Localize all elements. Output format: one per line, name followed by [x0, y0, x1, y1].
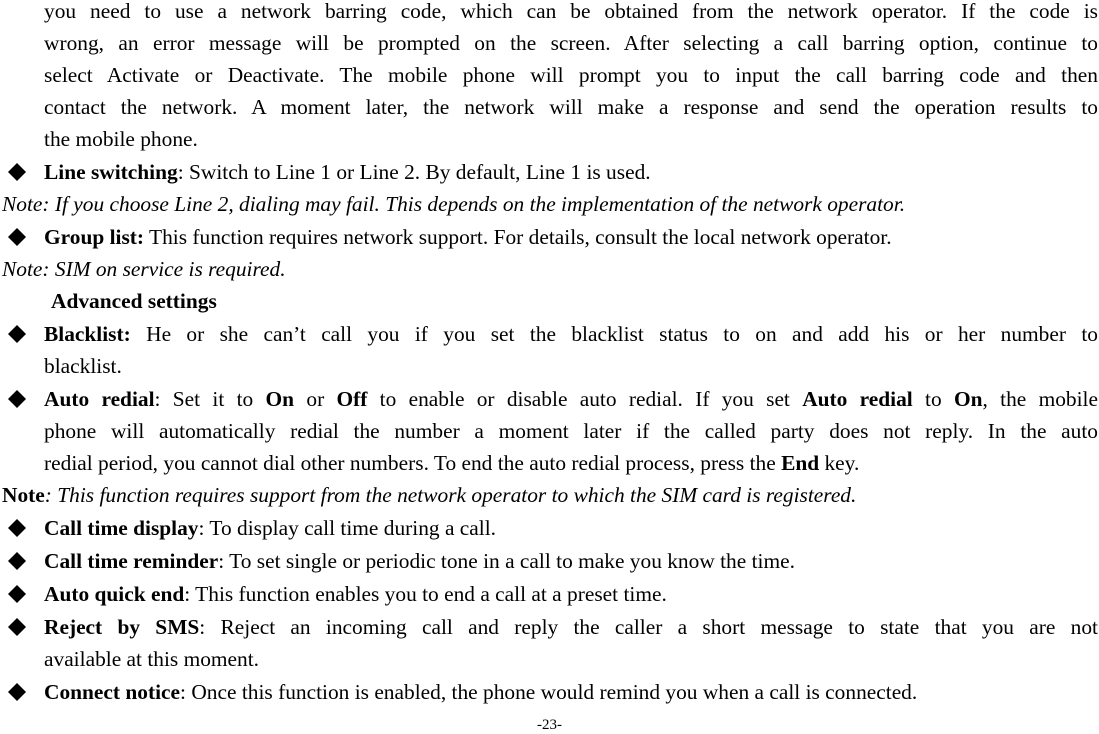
section-heading-advanced-settings: Advanced settings — [51, 289, 217, 313]
term-connect-notice: Connect notice — [44, 680, 181, 704]
diamond-bullet-icon — [5, 156, 29, 188]
text-segment: to enable or disable auto redial. If you… — [367, 387, 803, 411]
diamond-bullet-icon — [5, 545, 29, 577]
desc-auto-quick-end: : This function enables you to end a cal… — [184, 582, 667, 606]
diamond-bullet-icon — [5, 383, 29, 415]
keyword-auto-redial: Auto redial — [802, 387, 913, 411]
diamond-bullet-icon — [5, 221, 29, 253]
text-segment: key. — [819, 451, 860, 475]
keyword-end: End — [781, 451, 820, 475]
diamond-bullet-icon — [5, 611, 29, 643]
keyword-off: Off — [336, 387, 368, 411]
note-auto-redial: Note: This function requires support fro… — [2, 479, 1098, 511]
desc-line-switching: : Switch to Line 1 or Line 2. By default… — [177, 160, 651, 184]
item-auto-redial-cont-1: phone will automatically redial the numb… — [44, 419, 1098, 443]
note-text: : This function requires support from th… — [44, 483, 857, 507]
note-label: Note — [2, 483, 45, 507]
item-call-time-display: Call time display: To display call time … — [44, 512, 1098, 544]
term-reject-by-sms: Reject by SMS — [44, 615, 200, 639]
note-text: Note: SIM on service is required. — [2, 257, 286, 281]
term-auto-quick-end: Auto quick end — [44, 582, 185, 606]
diamond-bullet-icon — [5, 318, 29, 350]
text-segment: : Set it to — [154, 387, 266, 411]
item-line-switching: Line switching: Switch to Line 1 or Line… — [44, 156, 1098, 188]
desc-connect-notice: : Once this function is enabled, the pho… — [180, 680, 918, 704]
term-call-time-display: Call time display — [44, 516, 199, 540]
item-auto-quick-end: Auto quick end: This function enables yo… — [44, 578, 1098, 610]
diamond-bullet-icon — [5, 578, 29, 610]
term-call-time-reminder: Call time reminder — [44, 549, 219, 573]
item-auto-redial: Auto redial: Set it to On or Off to enab… — [44, 383, 1098, 415]
text-segment: or — [294, 387, 337, 411]
item-blacklist-cont: blacklist. — [44, 354, 122, 378]
intro-line-4: contact the network. A moment later, the… — [44, 95, 1098, 119]
note-line-switching: Note: If you choose Line 2, dialing may … — [2, 188, 1098, 220]
item-reject-by-sms-cont: available at this moment. — [44, 647, 260, 671]
keyword-on: On — [265, 387, 295, 411]
desc-call-time-display: : To display call time during a call. — [198, 516, 497, 540]
intro-line-1: you need to use a network barring code, … — [44, 0, 1098, 23]
intro-line-5: the mobile phone. — [44, 127, 198, 151]
diamond-bullet-icon — [5, 512, 29, 544]
item-auto-redial-cont-2: redial period, you cannot dial other num… — [44, 447, 1098, 479]
term-group-list: Group list: — [44, 225, 145, 249]
item-call-time-reminder: Call time reminder: To set single or per… — [44, 545, 1098, 577]
desc-blacklist: He or she can’t call you if you set the … — [130, 322, 1098, 346]
item-blacklist: Blacklist: He or she can’t call you if y… — [44, 318, 1098, 350]
keyword-on: On — [953, 387, 983, 411]
term-auto-redial: Auto redial — [44, 387, 155, 411]
term-blacklist: Blacklist: — [44, 322, 131, 346]
item-group-list: Group list: This function requires netwo… — [44, 221, 1098, 253]
desc-call-time-reminder: : To set single or periodic tone in a ca… — [218, 549, 795, 573]
item-reject-by-sms: Reject by SMS: Reject an incoming call a… — [44, 611, 1098, 643]
item-connect-notice: Connect notice: Once this function is en… — [44, 676, 1098, 708]
diamond-bullet-icon — [5, 676, 29, 708]
text-segment: redial period, you cannot dial other num… — [44, 451, 782, 475]
text-segment: , the mobile — [982, 387, 1098, 411]
text-segment: to — [912, 387, 954, 411]
intro-line-3: select Activate or Deactivate. The mobil… — [44, 63, 1098, 87]
desc-reject-by-sms: : Reject an incoming call and reply the … — [199, 615, 1098, 639]
note-group-list: Note: SIM on service is required. — [2, 253, 1098, 285]
intro-line-2: wrong, an error message will be prompted… — [44, 31, 1098, 55]
note-text: Note: If you choose Line 2, dialing may … — [2, 192, 906, 216]
term-line-switching: Line switching — [44, 160, 178, 184]
desc-group-list: This function requires network support. … — [144, 225, 892, 249]
page-number: -23- — [537, 717, 562, 733]
